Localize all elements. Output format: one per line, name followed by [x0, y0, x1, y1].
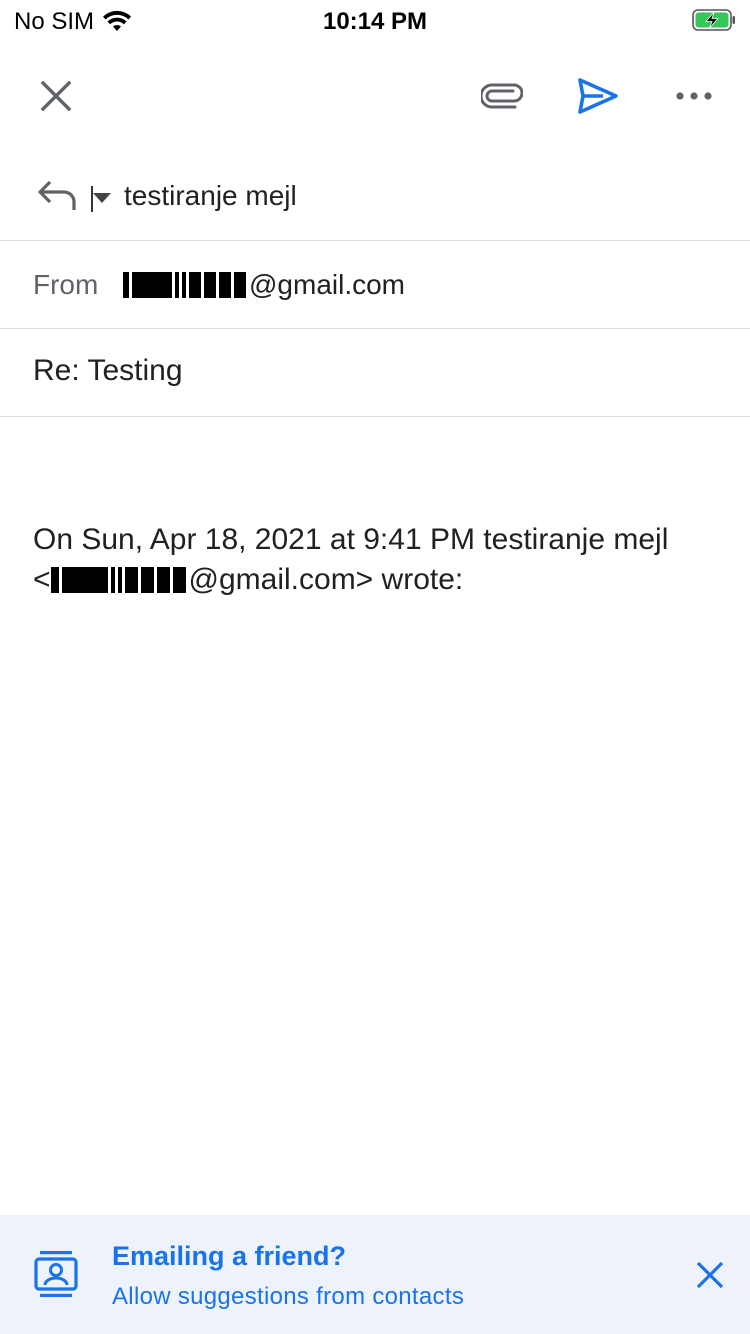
- contacts-icon: [34, 1251, 78, 1297]
- quote-email-open: <: [33, 563, 51, 596]
- redacted-email-name: [123, 272, 249, 298]
- more-options-button[interactable]: [664, 66, 724, 126]
- recipient-chip[interactable]: testiranje mejl: [124, 180, 297, 212]
- recipient-dropdown-icon[interactable]: [93, 193, 111, 203]
- more-horizontal-icon: [676, 92, 712, 100]
- dismiss-banner-button[interactable]: [686, 1251, 734, 1299]
- attach-button[interactable]: [472, 66, 532, 126]
- close-icon: [40, 80, 72, 112]
- banner-title: Emailing a friend?: [112, 1241, 347, 1271]
- quote-header-line: On Sun, Apr 18, 2021 at 9:41 PM testiran…: [33, 523, 669, 556]
- from-email[interactable]: @gmail.com: [123, 269, 405, 301]
- contacts-suggestion-banner[interactable]: Emailing a friend? Allow suggestions fro…: [0, 1215, 750, 1334]
- from-email-domain: @gmail.com: [249, 269, 406, 300]
- send-icon: [578, 78, 618, 114]
- subject-row[interactable]: Re: Testing: [0, 329, 750, 416]
- allow-suggestions-link[interactable]: Allow suggestions from contacts: [112, 1283, 464, 1311]
- battery-charging-icon: [692, 9, 735, 31]
- reply-icon[interactable]: [36, 178, 78, 212]
- quote-header-email-line: < @gmail.com> wrote:: [33, 560, 733, 600]
- close-compose-button[interactable]: [26, 66, 86, 126]
- status-time: 10:14 PM: [322, 8, 428, 35]
- quote-email-domain: @gmail.com> wrote:: [188, 563, 464, 596]
- divider: [0, 416, 750, 417]
- paperclip-icon: [481, 83, 523, 109]
- subject-field[interactable]: Re: Testing: [33, 354, 183, 388]
- from-label: From: [33, 269, 99, 300]
- close-icon: [696, 1261, 724, 1289]
- from-row[interactable]: From @gmail.com: [0, 241, 750, 328]
- recipient-row[interactable]: testiranje mejl: [0, 150, 750, 240]
- message-body[interactable]: On Sun, Apr 18, 2021 at 9:41 PM testiran…: [33, 520, 733, 600]
- status-bar: No SIM 10:14 PM: [0, 0, 750, 40]
- redacted-quote-email-name: [50, 567, 189, 593]
- compose-toolbar: [0, 60, 750, 132]
- send-button[interactable]: [568, 66, 628, 126]
